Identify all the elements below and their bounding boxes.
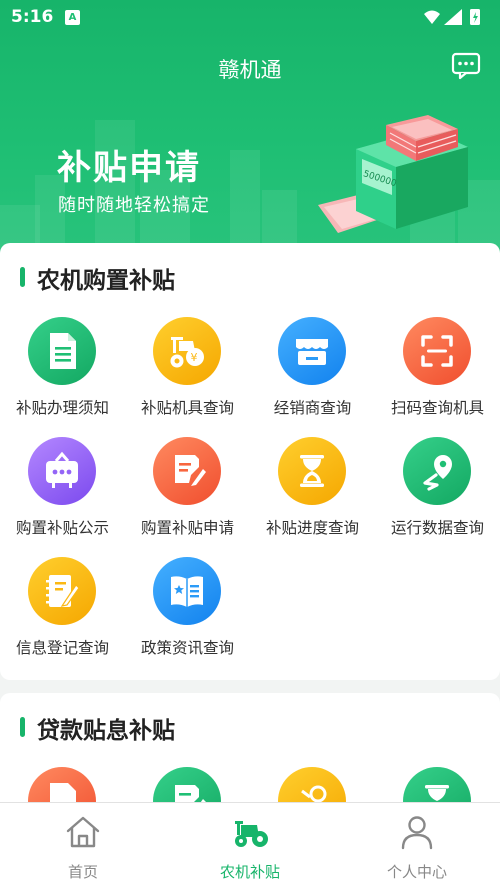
hourglass-icon — [278, 437, 346, 505]
document-icon — [28, 317, 96, 385]
tab-label: 首页 — [67, 863, 98, 881]
notebook-pen-icon — [28, 557, 96, 625]
person-icon — [401, 816, 433, 850]
grid-item-label: 政策资讯查询 — [140, 639, 234, 657]
tractor-icon: ¥ — [153, 317, 221, 385]
status-bar: 5:16 A — [0, 0, 500, 34]
section-accent-bar — [20, 267, 25, 287]
tab-label: 农机补贴 — [219, 863, 280, 881]
grid-item-label: 购置补贴公示 — [15, 519, 109, 537]
grid-item-running-data[interactable]: 运行数据查询 — [375, 437, 500, 547]
section-title: 农机购置补贴 — [37, 268, 175, 294]
tab-label: 个人中心 — [386, 863, 447, 881]
grid-item-label: 补贴机具查询 — [140, 399, 234, 417]
keyboard-indicator-icon: A — [65, 10, 80, 25]
home-icon — [66, 816, 100, 848]
section-accent-bar — [20, 717, 25, 737]
grid-item-equipment-query[interactable]: ¥ 补贴机具查询 — [125, 317, 250, 427]
grid-item-label: 运行数据查询 — [390, 519, 484, 537]
grid-item-label: 购置补贴申请 — [140, 519, 234, 537]
grid-item-label: 扫码查询机具 — [390, 399, 484, 417]
grid-item-subsidy-public[interactable]: 购置补贴公示 — [0, 437, 125, 547]
tab-farm-subsidy[interactable]: 农机补贴 — [167, 803, 333, 888]
wifi-icon — [424, 10, 440, 24]
grid-item-scan-query[interactable]: 扫码查询机具 — [375, 317, 500, 427]
header-banner-area: 5:16 A 赣机通 补贴申请 随时随地轻松搞定 500000 — [0, 0, 500, 275]
status-time: 5:16 — [11, 7, 54, 27]
banner-title: 补贴申请 — [57, 148, 201, 188]
tab-personal-center[interactable]: 个人中心 — [334, 803, 500, 888]
edit-form-icon — [153, 437, 221, 505]
scan-icon — [403, 317, 471, 385]
grid-item-label: 补贴进度查询 — [265, 519, 359, 537]
banner-subtitle: 随时随地轻松搞定 — [58, 195, 210, 216]
grid-item-label: 信息登记查询 — [15, 639, 109, 657]
policy-book-icon — [153, 557, 221, 625]
notice-board-icon — [28, 437, 96, 505]
status-icons — [424, 9, 480, 25]
location-route-icon — [403, 437, 471, 505]
grid-item-policy-news[interactable]: 政策资讯查询 — [125, 557, 250, 667]
grid-item-label: 补贴办理须知 — [15, 399, 109, 417]
page-title: 赣机通 — [218, 58, 282, 82]
grid-item-subsidy-notice[interactable]: 补贴办理须知 — [0, 317, 125, 427]
money-counter-illustration: 500000 — [318, 115, 468, 233]
signal-icon — [444, 9, 462, 25]
grid-item-label: 经销商查询 — [273, 399, 352, 417]
tab-home[interactable]: 首页 — [0, 803, 166, 888]
grid-item-subsidy-apply[interactable]: 购置补贴申请 — [125, 437, 250, 547]
grid-item-dealer-query[interactable]: 经销商查询 — [250, 317, 375, 427]
subsidy-purchase-card: 农机购置补贴 补贴办理须知 ¥ 补贴机具查询 经销商查询 扫码查询机具 购置补贴… — [0, 243, 500, 680]
store-icon — [278, 317, 346, 385]
grid-item-info-registration[interactable]: 信息登记查询 — [0, 557, 125, 667]
grid-item-progress-query[interactable]: 补贴进度查询 — [250, 437, 375, 547]
tractor-icon — [235, 821, 268, 847]
svg-text:¥: ¥ — [191, 351, 198, 364]
chat-bubble-icon[interactable] — [451, 52, 481, 80]
bottom-tab-bar: 首页 农机补贴 个人中心 — [0, 802, 500, 888]
section-title: 贷款贴息补贴 — [37, 718, 175, 744]
